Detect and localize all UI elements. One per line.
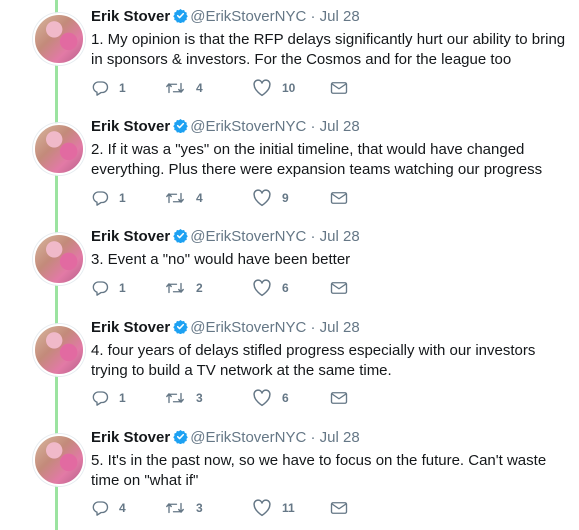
reply-count: 1 (119, 281, 126, 295)
direct-message-button[interactable] (330, 498, 348, 518)
like-count: 10 (282, 81, 296, 95)
separator: · (310, 429, 316, 446)
reply-icon (91, 389, 109, 407)
tweet-actions: 1 3 6 (91, 388, 391, 408)
tweet-date[interactable]: Jul 28 (320, 118, 360, 135)
heart-icon (252, 499, 272, 517)
separator: · (310, 228, 316, 245)
tweet-date[interactable]: Jul 28 (320, 8, 360, 25)
verified-badge-icon (173, 118, 188, 139)
heart-icon (252, 79, 272, 97)
separator: · (310, 319, 316, 336)
retweet-count: 4 (196, 81, 203, 95)
tweet-actions: 1 2 6 (91, 278, 391, 298)
author-name[interactable]: Erik Stover (91, 118, 170, 135)
reply-icon (91, 189, 109, 207)
envelope-icon (330, 500, 348, 516)
tweet-actions: 1 4 9 (91, 188, 391, 208)
envelope-icon (330, 190, 348, 206)
reply-icon (91, 499, 109, 517)
retweet-button[interactable]: 3 (164, 388, 203, 408)
heart-icon (252, 389, 272, 407)
retweet-button[interactable]: 3 (164, 498, 203, 518)
reply-button[interactable]: 1 (91, 78, 126, 98)
verified-badge-icon (173, 228, 188, 249)
avatar[interactable] (33, 434, 85, 486)
like-count: 9 (282, 191, 289, 205)
author-handle[interactable]: @ErikStoverNYC (190, 319, 306, 336)
avatar[interactable] (33, 13, 85, 65)
tweet-text: 5. It's in the past now, so we have to f… (91, 452, 547, 489)
separator: · (310, 118, 316, 135)
avatar[interactable] (33, 233, 85, 285)
retweet-count: 4 (196, 191, 203, 205)
reply-button[interactable]: 1 (91, 388, 126, 408)
reply-count: 1 (119, 81, 126, 95)
verified-badge-icon (173, 429, 188, 450)
tweet-actions: 1 4 10 (91, 78, 391, 98)
tweet-text: 1. My opinion is that the RFP delays sig… (91, 31, 566, 68)
reply-count: 4 (119, 501, 126, 515)
heart-icon (252, 189, 272, 207)
direct-message-button[interactable] (330, 188, 348, 208)
like-button[interactable]: 6 (252, 388, 289, 408)
author-handle[interactable]: @ErikStoverNYC (190, 429, 306, 446)
retweet-icon (164, 279, 186, 297)
retweet-button[interactable]: 4 (164, 78, 203, 98)
reply-count: 1 (119, 191, 126, 205)
tweet-date[interactable]: Jul 28 (320, 319, 360, 336)
tweet-text: 4. four years of delays stifled progress… (91, 342, 536, 379)
tweet-text: 2. If it was a "yes" on the initial time… (91, 141, 543, 178)
author-name[interactable]: Erik Stover (91, 228, 170, 245)
author-handle[interactable]: @ErikStoverNYC (190, 8, 306, 25)
author-name[interactable]: Erik Stover (91, 429, 170, 446)
like-button[interactable]: 10 (252, 78, 295, 98)
retweet-count: 3 (196, 501, 203, 515)
like-button[interactable]: 6 (252, 278, 289, 298)
reply-button[interactable]: 4 (91, 498, 126, 518)
tweet-actions: 4 3 11 (91, 498, 391, 518)
like-count: 6 (282, 281, 289, 295)
author-name[interactable]: Erik Stover (91, 8, 170, 25)
author-handle[interactable]: @ErikStoverNYC (190, 118, 306, 135)
envelope-icon (330, 280, 348, 296)
retweet-count: 3 (196, 391, 203, 405)
envelope-icon (330, 390, 348, 406)
like-button[interactable]: 9 (252, 188, 289, 208)
verified-badge-icon (173, 8, 188, 29)
separator: · (310, 8, 316, 25)
tweet-text: 3. Event a "no" would have been better (91, 251, 351, 268)
author-name[interactable]: Erik Stover (91, 319, 170, 336)
retweet-button[interactable]: 4 (164, 188, 203, 208)
retweet-icon (164, 189, 186, 207)
direct-message-button[interactable] (330, 278, 348, 298)
like-button[interactable]: 11 (252, 498, 295, 518)
like-count: 6 (282, 391, 289, 405)
reply-button[interactable]: 1 (91, 278, 126, 298)
author-handle[interactable]: @ErikStoverNYC (190, 228, 306, 245)
retweet-count: 2 (196, 281, 203, 295)
reply-icon (91, 279, 109, 297)
avatar[interactable] (33, 123, 85, 175)
reply-icon (91, 79, 109, 97)
reply-count: 1 (119, 391, 126, 405)
reply-button[interactable]: 1 (91, 188, 126, 208)
avatar[interactable] (33, 324, 85, 376)
like-count: 11 (282, 501, 295, 515)
tweet-date[interactable]: Jul 28 (320, 429, 360, 446)
retweet-button[interactable]: 2 (164, 278, 203, 298)
tweet-date[interactable]: Jul 28 (320, 228, 360, 245)
direct-message-button[interactable] (330, 78, 348, 98)
envelope-icon (330, 80, 348, 96)
retweet-icon (164, 389, 186, 407)
verified-badge-icon (173, 319, 188, 340)
retweet-icon (164, 499, 186, 517)
heart-icon (252, 279, 272, 297)
direct-message-button[interactable] (330, 388, 348, 408)
retweet-icon (164, 79, 186, 97)
